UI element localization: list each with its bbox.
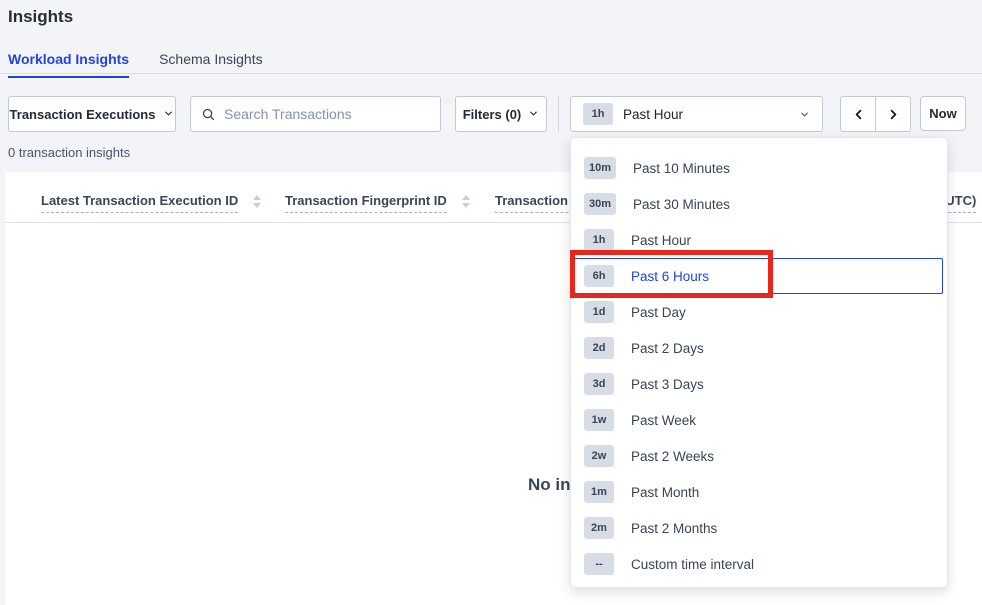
time-option-badge: 3d <box>584 373 614 395</box>
time-option-past-6-hours[interactable]: 6h Past 6 Hours <box>574 258 943 294</box>
time-option-badge: 30m <box>584 193 616 215</box>
toolbar-divider <box>558 96 559 132</box>
sort-asc-arrow <box>253 195 261 200</box>
page-title: Insights <box>8 7 73 27</box>
time-option-past-10-minutes[interactable]: 10m Past 10 Minutes <box>574 150 943 186</box>
search-input[interactable] <box>224 106 430 122</box>
search-icon <box>201 107 216 122</box>
time-pager <box>840 96 911 132</box>
time-option-badge: 1m <box>584 481 614 503</box>
sort-desc-arrow <box>462 203 470 208</box>
filters-label: Filters (0) <box>463 107 522 122</box>
time-option-custom-time-interval[interactable]: -- Custom time interval <box>574 546 943 582</box>
chevron-left-icon <box>851 107 866 122</box>
view-type-dropdown[interactable]: Transaction Executions <box>8 96 176 132</box>
time-option-past-month[interactable]: 1m Past Month <box>574 474 943 510</box>
sort-icon <box>462 195 470 208</box>
chevron-down-icon <box>528 107 539 122</box>
time-option-past-day[interactable]: 1d Past Day <box>574 294 943 330</box>
time-option-label: Past 2 Days <box>631 341 704 356</box>
time-option-badge: 6h <box>584 265 614 287</box>
time-option-past-30-minutes[interactable]: 30m Past 30 Minutes <box>574 186 943 222</box>
time-option-label: Past 10 Minutes <box>633 161 730 176</box>
time-option-label: Past 6 Hours <box>631 269 709 284</box>
prev-time-button[interactable] <box>840 96 876 132</box>
insights-page: Insights Workload Insights Schema Insight… <box>0 0 982 605</box>
column-header-transaction-fingerprint-id[interactable]: Transaction Fingerprint ID <box>285 193 470 213</box>
time-option-label: Past Day <box>631 305 686 320</box>
time-option-badge: 2m <box>584 517 614 539</box>
time-option-label: Past Month <box>631 485 699 500</box>
time-option-label: Past Hour <box>631 233 691 248</box>
sort-asc-arrow <box>462 195 470 200</box>
time-option-label: Past Week <box>631 413 696 428</box>
time-option-label: Past 30 Minutes <box>633 197 730 212</box>
insights-count: 0 transaction insights <box>8 145 130 160</box>
time-option-label: Custom time interval <box>631 557 754 572</box>
time-option-badge: 2d <box>584 337 614 359</box>
now-button[interactable]: Now <box>920 96 966 131</box>
time-range-badge: 1h <box>583 103 613 125</box>
chevron-right-icon <box>886 107 901 122</box>
time-option-badge: 10m <box>584 157 616 179</box>
sort-icon <box>253 195 261 208</box>
next-time-button[interactable] <box>875 96 911 132</box>
tab-schema-insights[interactable]: Schema Insights <box>159 45 263 77</box>
time-option-past-hour[interactable]: 1h Past Hour <box>574 222 943 258</box>
time-option-badge: 1d <box>584 301 614 323</box>
time-option-past-week[interactable]: 1w Past Week <box>574 402 943 438</box>
view-type-label: Transaction Executions <box>10 107 156 122</box>
time-option-badge: 1h <box>584 229 614 251</box>
column-label: Transaction Fingerprint ID <box>285 193 447 213</box>
time-option-label: Past 2 Weeks <box>631 449 714 464</box>
time-option-past-3-days[interactable]: 3d Past 3 Days <box>574 366 943 402</box>
time-option-badge: 1w <box>584 409 614 431</box>
time-option-past-2-weeks[interactable]: 2w Past 2 Weeks <box>574 438 943 474</box>
time-range-label: Past Hour <box>623 107 683 122</box>
chevron-down-icon <box>799 109 810 120</box>
now-label: Now <box>929 106 956 121</box>
time-option-label: Past 2 Months <box>631 521 717 536</box>
time-interval-dropdown[interactable]: 1h Past Hour <box>570 96 823 132</box>
column-header-latest-transaction-execution-id[interactable]: Latest Transaction Execution ID <box>41 193 261 213</box>
tab-workload-insights[interactable]: Workload Insights <box>8 45 129 78</box>
filters-button[interactable]: Filters (0) <box>455 96 547 132</box>
time-option-past-2-days[interactable]: 2d Past 2 Days <box>574 330 943 366</box>
column-label: Latest Transaction Execution ID <box>41 193 238 213</box>
time-option-badge: -- <box>584 553 614 575</box>
chevron-down-icon <box>163 107 174 122</box>
sort-desc-arrow <box>253 203 261 208</box>
tab-bar: Workload InsightsSchema Insights <box>0 45 982 74</box>
time-option-past-2-months[interactable]: 2m Past 2 Months <box>574 510 943 546</box>
tabs: Workload Insights Schema Insights <box>8 45 293 77</box>
time-interval-menu: 10m Past 10 Minutes 30m Past 30 Minutes 1h Pa… <box>570 137 948 588</box>
time-option-badge: 2w <box>584 445 614 467</box>
search-box <box>190 96 441 132</box>
time-option-label: Past 3 Days <box>631 377 704 392</box>
